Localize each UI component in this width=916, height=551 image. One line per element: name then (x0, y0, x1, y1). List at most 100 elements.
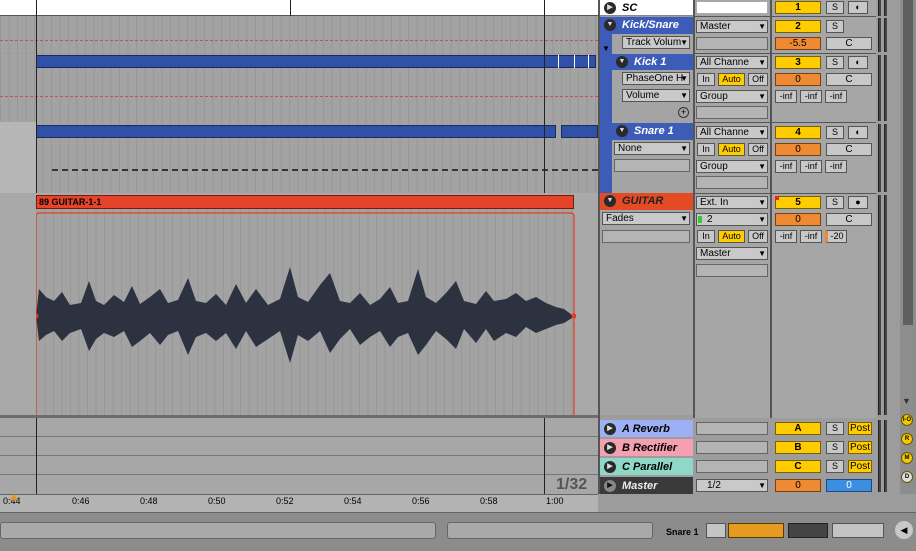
kick1-track-header[interactable]: ▼ Kick 1 (612, 54, 693, 70)
arm-button-icon[interactable]: ◐ (848, 56, 868, 69)
kick1-param-chooser[interactable]: Volume (622, 89, 690, 102)
kick-snare-lane[interactable] (0, 16, 598, 53)
arm-button-icon[interactable]: ◐ (848, 126, 868, 139)
send-b[interactable]: -inf (800, 160, 822, 173)
kick-snare-volume[interactable]: -5.5 (775, 37, 821, 50)
solo-button[interactable]: S (826, 460, 844, 473)
guitar-volume[interactable]: 0 (775, 213, 821, 226)
snare1-output[interactable]: Group (696, 160, 768, 173)
fold-icon[interactable]: ▼ (604, 195, 616, 207)
monitor-auto-button[interactable]: Auto (718, 73, 745, 86)
snare1-input[interactable]: All Channe (696, 126, 768, 139)
guitar-track-activator[interactable]: 5 (775, 196, 821, 209)
kick1-input[interactable]: All Channe (696, 56, 768, 69)
sampler-thumbnail-icon[interactable] (728, 523, 784, 538)
kick1-volume[interactable]: 0 (775, 73, 821, 86)
snare1-clip-2[interactable] (561, 125, 598, 138)
guitar-waveform[interactable] (36, 209, 576, 415)
master-volume[interactable]: 0 (775, 479, 821, 492)
guitar-input-channel[interactable]: 2 (696, 213, 768, 226)
monitor-in-button[interactable]: In (697, 143, 715, 156)
send-a[interactable]: -inf (775, 90, 797, 103)
kick1-lane[interactable] (0, 54, 598, 122)
monitor-off-button[interactable]: Off (748, 73, 768, 86)
kick-snare-output[interactable]: Master (696, 20, 768, 33)
kick1-pan[interactable]: C (826, 73, 872, 86)
kick1-device-chooser[interactable]: PhaseOne H (622, 72, 690, 85)
return-b-header[interactable]: ▶ B Rectifier (600, 439, 693, 456)
send-c[interactable]: -inf (825, 90, 847, 103)
fold-icon[interactable]: ▶ (604, 2, 616, 14)
master-track-header[interactable]: ▶ Master (600, 477, 693, 494)
add-lane-icon[interactable]: + (678, 107, 689, 118)
send-c[interactable]: -inf (825, 160, 847, 173)
fold-icon[interactable]: ▶ (604, 479, 616, 492)
snare1-pan[interactable]: C (826, 143, 872, 156)
sc-lane[interactable] (0, 0, 598, 16)
kick1-track-activator[interactable]: 3 (775, 56, 821, 69)
snare1-track-activator[interactable]: 4 (775, 126, 821, 139)
master-cue-out[interactable]: 1/2 (696, 479, 768, 492)
kick-snare-track-activator[interactable]: 2 (775, 20, 821, 33)
snare1-lane[interactable] (0, 122, 598, 193)
record-arm-icon[interactable]: ● (848, 196, 868, 209)
horizontal-scrollbar[interactable] (0, 522, 436, 539)
monitor-auto-button[interactable]: Auto (718, 143, 745, 156)
return-b-post-button[interactable]: Post (848, 441, 872, 454)
io-toggle-icon[interactable]: I-O (901, 414, 913, 426)
group-fold-arrow-icon[interactable]: ▼ (602, 44, 610, 53)
sc-track-header[interactable]: ▶ SC (600, 0, 693, 16)
scroll-thumb[interactable] (903, 0, 913, 325)
guitar-output[interactable]: Master (696, 247, 768, 260)
sc-track-activator[interactable]: 1 (775, 1, 821, 14)
solo-button[interactable]: S (826, 422, 844, 435)
kick-snare-pan[interactable]: C (826, 37, 872, 50)
guitar-input[interactable]: Ext. In (696, 196, 768, 209)
kick-snare-track-header[interactable]: ▼ Kick/Snare (600, 17, 693, 33)
snare1-param-box[interactable] (614, 159, 690, 172)
mixer-toggle-icon[interactable]: M (901, 452, 913, 464)
scroll-down-icon[interactable]: ▼ (902, 396, 911, 406)
send-b[interactable]: -inf (800, 90, 822, 103)
fold-icon[interactable]: ▼ (604, 19, 616, 31)
snare1-volume[interactable]: 0 (775, 143, 821, 156)
solo-button[interactable]: S (826, 441, 844, 454)
guitar-lane[interactable]: 89 GUITAR-1-1 (0, 193, 598, 415)
return-c-activator[interactable]: C (775, 460, 821, 473)
send-a[interactable]: -inf (775, 160, 797, 173)
solo-button[interactable]: S (826, 56, 844, 69)
return-lanes[interactable]: 1/32 (0, 418, 598, 494)
guitar-clip-header[interactable]: 89 GUITAR-1-1 (36, 195, 574, 209)
device-thumbnail-icon[interactable] (706, 523, 726, 538)
return-b-activator[interactable]: B (775, 441, 821, 454)
sends-toggle-icon[interactable]: R (901, 433, 913, 445)
kick-snare-param-chooser[interactable]: Track Volum (622, 36, 690, 49)
mixer-thumbnail-icon[interactable] (832, 523, 884, 538)
arm-button-icon[interactable]: ◐ (848, 1, 868, 14)
return-a-header[interactable]: ▶ A Reverb (600, 420, 693, 437)
monitor-off-button[interactable]: Off (748, 230, 768, 243)
kick1-clip[interactable] (36, 55, 596, 68)
solo-button[interactable]: S (826, 126, 844, 139)
time-ruler[interactable] (0, 494, 598, 512)
grid-size-label[interactable]: 1/32 (556, 476, 587, 494)
solo-button[interactable]: S (826, 20, 844, 33)
fold-icon[interactable]: ▶ (604, 441, 616, 454)
return-a-post-button[interactable]: Post (848, 422, 872, 435)
guitar-pan[interactable]: C (826, 213, 872, 226)
send-c[interactable]: -20 (825, 230, 847, 243)
guitar-param-box[interactable] (602, 230, 690, 243)
guitar-param-chooser[interactable]: Fades (602, 212, 690, 225)
kick1-output[interactable]: Group (696, 90, 768, 103)
fold-icon[interactable]: ▼ (616, 125, 628, 137)
fold-icon[interactable]: ▶ (604, 460, 616, 473)
fold-icon[interactable]: ▼ (616, 56, 628, 68)
delay-toggle-icon[interactable]: D (901, 471, 913, 483)
guitar-track-header[interactable]: ▼ GUITAR (600, 193, 693, 209)
hide-panel-icon[interactable]: ◀ (895, 521, 913, 539)
fold-icon[interactable]: ▶ (604, 422, 616, 435)
send-b[interactable]: -inf (800, 230, 822, 243)
solo-button[interactable]: S (826, 1, 844, 14)
return-a-activator[interactable]: A (775, 422, 821, 435)
monitor-off-button[interactable]: Off (748, 143, 768, 156)
